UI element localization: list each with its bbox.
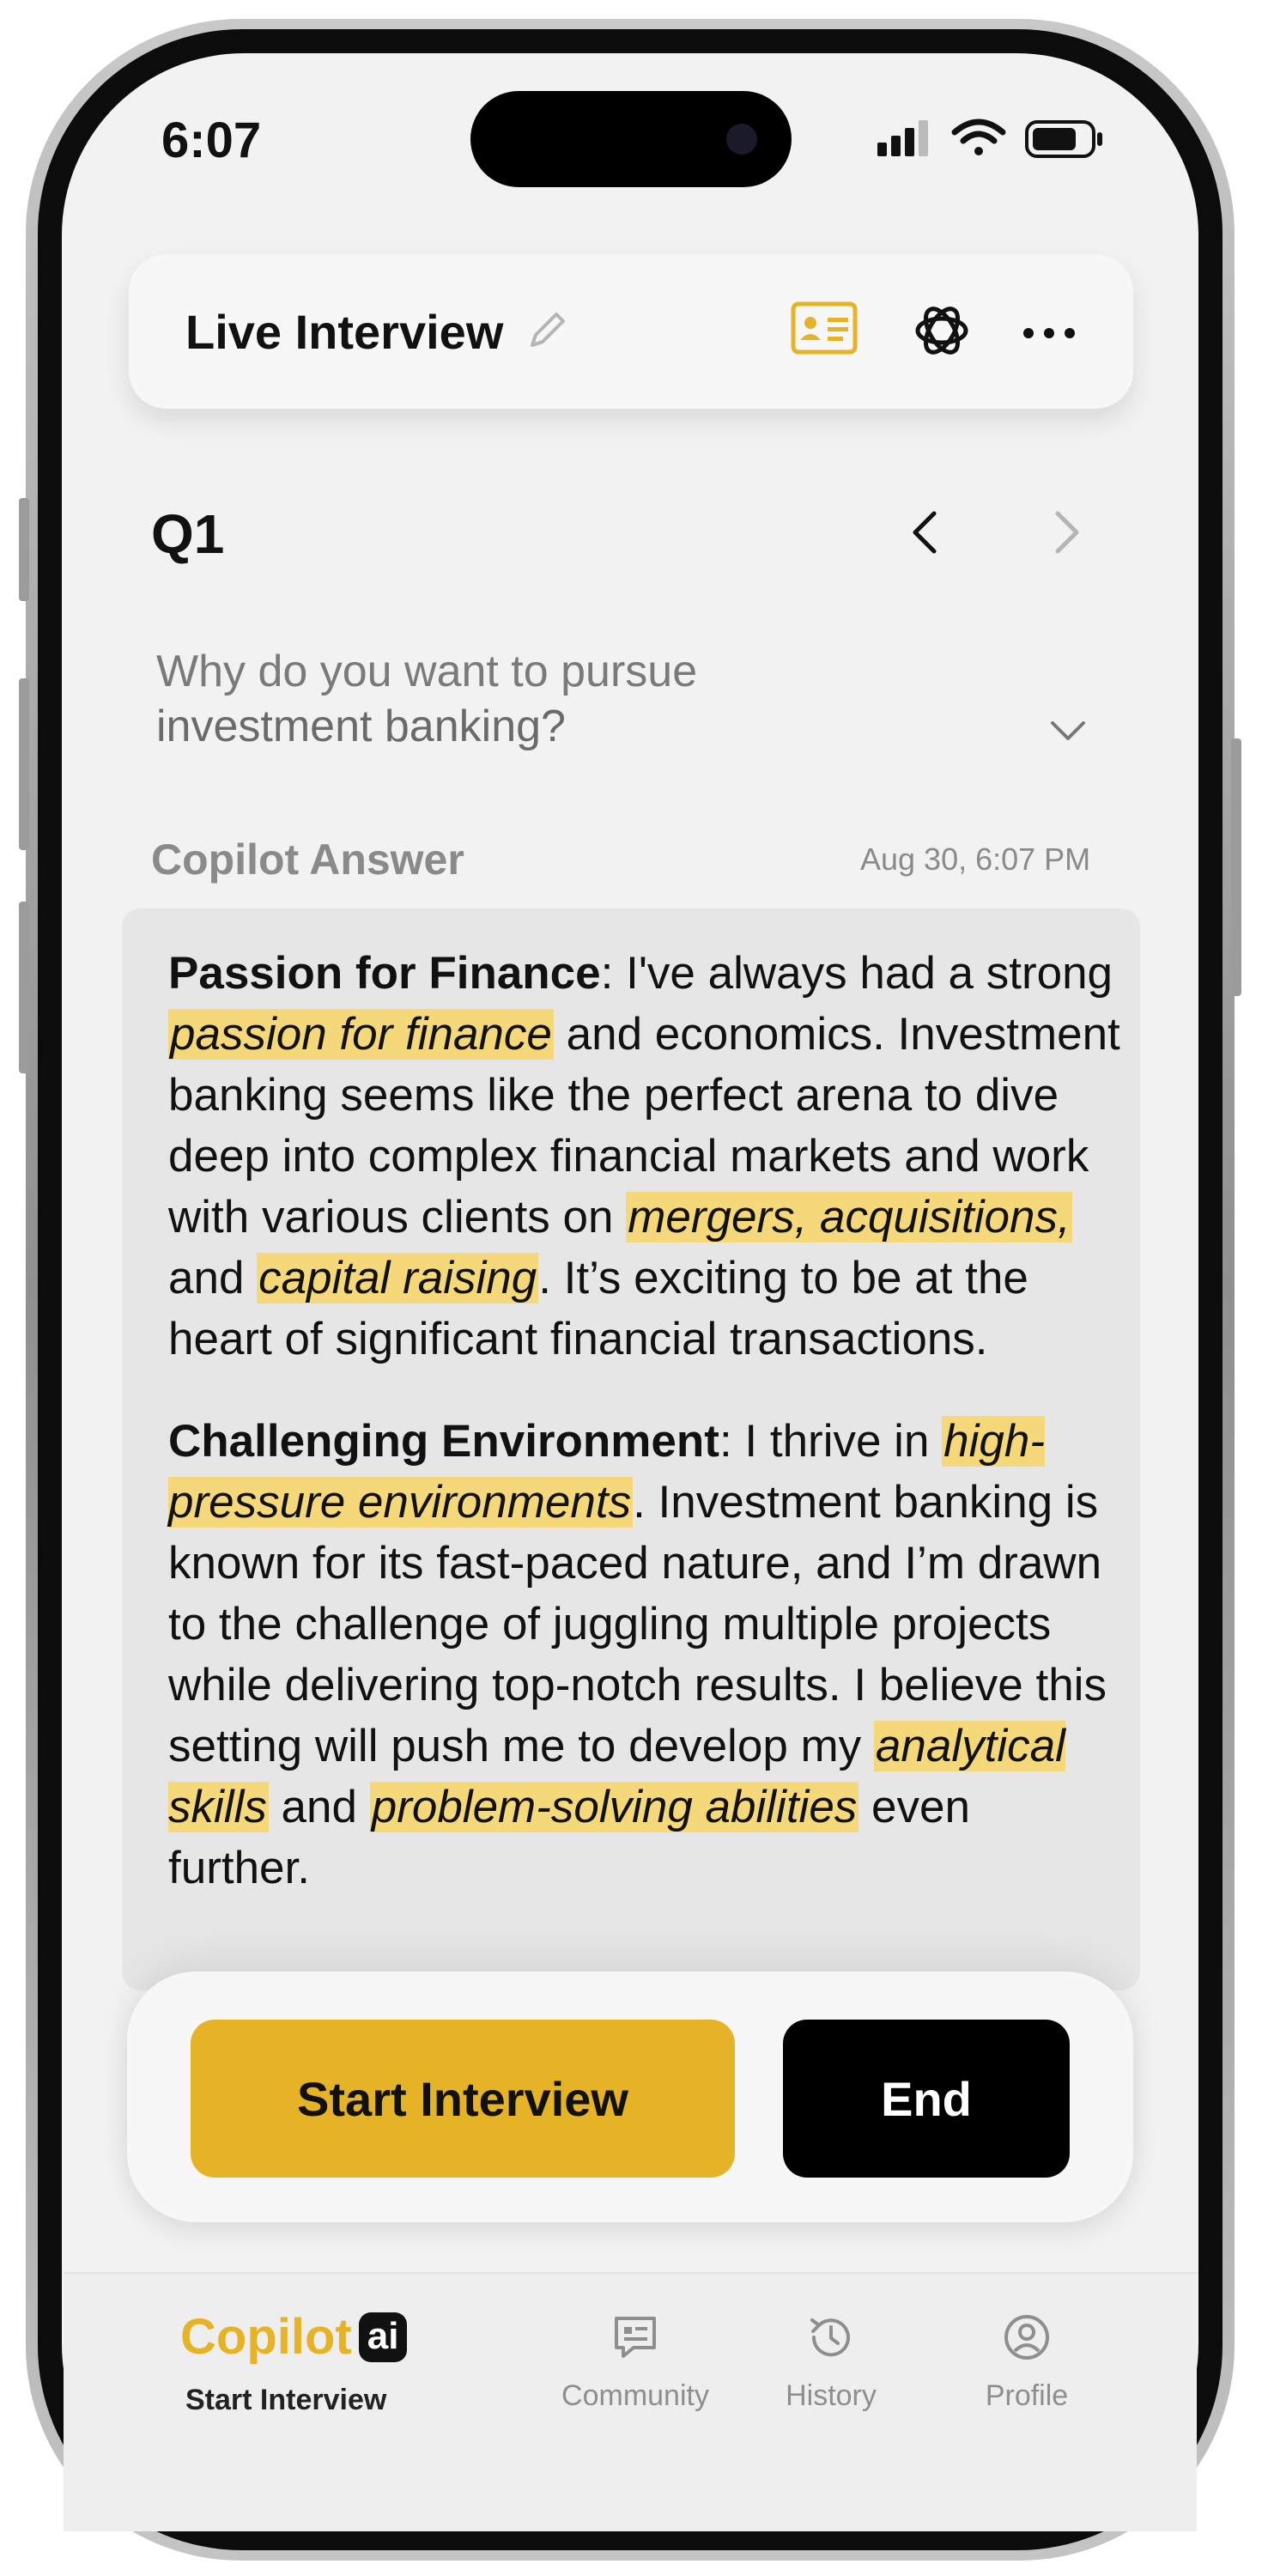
question-line-1: Why do you want to pursue <box>156 647 698 696</box>
volume-down-button <box>19 902 29 1073</box>
paragraph-heading: Passion for Finance <box>168 948 601 999</box>
edit-title-button[interactable] <box>524 306 572 358</box>
dynamic-island <box>470 91 792 187</box>
more-icon <box>1023 328 1075 338</box>
battery-icon <box>1025 120 1102 158</box>
answer-paragraph-1: Passion for Finance: I've always had a s… <box>168 943 1121 1370</box>
chevron-down-icon <box>1051 721 1085 740</box>
profile-icon <box>1004 2315 1049 2360</box>
signal-icon <box>877 120 928 156</box>
header-card: Live Interview <box>129 254 1133 409</box>
answer-label: Copilot Answer <box>151 835 464 884</box>
power-button <box>1231 738 1241 996</box>
tab-copilot-label[interactable]: Start Interview <box>185 2384 386 2417</box>
volume-up-button <box>19 678 29 850</box>
page-title: Live Interview <box>185 305 504 359</box>
answer-timestamp: Aug 30, 6:07 PM <box>860 841 1091 877</box>
status-time: 6:07 <box>161 112 262 168</box>
question-line-2: investment banking? <box>156 702 566 751</box>
action-card: Start Interview End <box>127 1971 1133 2222</box>
highlighted-phrase: problem-solving abilities <box>369 1782 859 1832</box>
answer-box[interactable]: Passion for Finance: I've always had a s… <box>122 908 1140 1990</box>
wifi-icon <box>951 118 1006 155</box>
chevron-right-icon <box>1055 511 1079 554</box>
start-interview-button[interactable]: Start Interview <box>191 2020 735 2178</box>
id-card-icon <box>791 301 858 355</box>
pencil-icon <box>531 313 565 347</box>
tab-profile-label: Profile <box>985 2379 1069 2412</box>
chat-bubble-icon <box>615 2317 656 2358</box>
tab-copilot[interactable]: Copilot ai <box>180 2308 438 2366</box>
tab-profile[interactable]: Profile <box>941 2312 1113 2413</box>
question-text: Why do you want to pursue investment ban… <box>156 644 929 754</box>
ai-badge: ai <box>358 2312 408 2362</box>
highlighted-phrase: capital raising <box>257 1253 539 1303</box>
resume-card-button[interactable] <box>790 299 859 363</box>
tab-bar: Copilot ai Start Interview Community Hist… <box>64 2272 1197 2531</box>
chevron-left-icon <box>913 511 937 554</box>
previous-question-button[interactable] <box>908 508 943 561</box>
highlighted-phrase: passion for finance <box>168 1009 554 1060</box>
answer-text-segment: and <box>168 1253 258 1303</box>
paragraph-heading: Challenging Environment <box>168 1416 719 1467</box>
tab-history[interactable]: History <box>745 2312 917 2413</box>
action-button <box>19 498 29 601</box>
tab-history-label: History <box>786 2379 877 2412</box>
expand-question-button[interactable] <box>1049 718 1087 748</box>
more-button[interactable] <box>1022 326 1077 344</box>
history-icon <box>810 2318 850 2357</box>
answer-text-segment: : I've always had a strong <box>600 948 1113 999</box>
next-question-button[interactable] <box>1049 508 1083 561</box>
end-button[interactable]: End <box>783 2020 1070 2178</box>
status-icons <box>867 113 1116 169</box>
tab-community[interactable]: Community <box>549 2312 721 2413</box>
highlighted-phrase: mergers, acquisitions, <box>626 1192 1072 1242</box>
camera-icon <box>726 124 757 155</box>
ai-settings-button[interactable] <box>910 299 974 367</box>
tab-community-label: Community <box>561 2379 709 2412</box>
answer-text-segment: : I thrive in <box>719 1416 943 1467</box>
answer-paragraph-2: Challenging Environment: I thrive in hig… <box>168 1411 1121 1899</box>
brand-logo: Copilot <box>180 2309 352 2365</box>
openai-icon <box>915 307 968 355</box>
answer-text-segment: and <box>268 1782 370 1832</box>
question-number: Q1 <box>151 503 225 565</box>
answer-text: Passion for Finance: I've always had a s… <box>168 943 1121 1940</box>
